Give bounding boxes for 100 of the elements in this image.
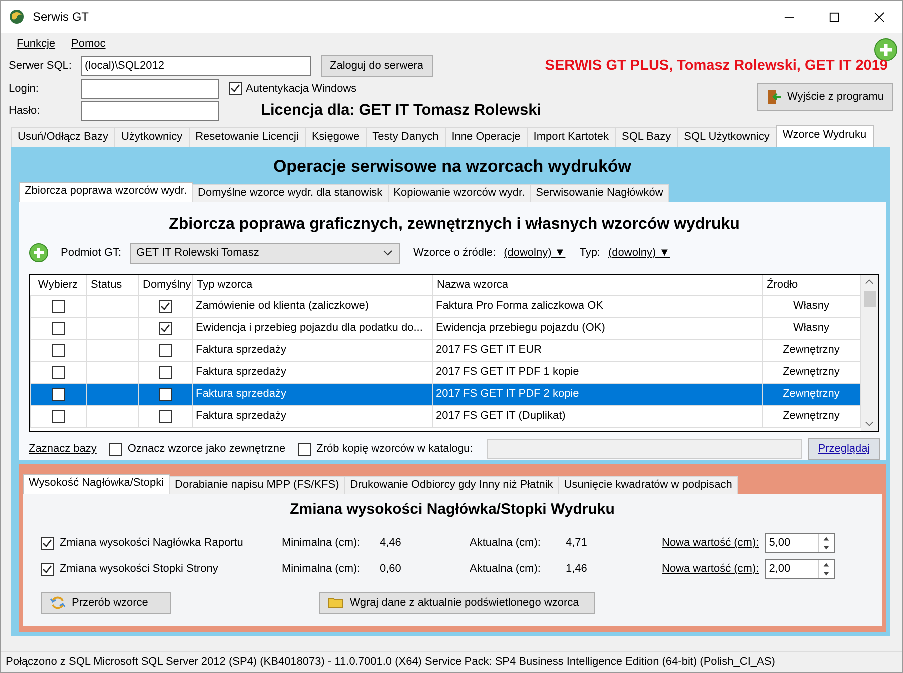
select-databases-link[interactable]: Zaznacz bazy [29, 443, 97, 455]
table-cell: Zewnętrzny [783, 388, 840, 400]
column-header[interactable]: Wybierz [30, 275, 86, 295]
column-header[interactable]: Nazwa wzorca [432, 275, 762, 295]
column-header[interactable]: Status [86, 275, 138, 295]
scroll-up-icon[interactable] [865, 279, 874, 285]
checkbox-label: Autentykacja Windows [246, 82, 357, 94]
close-icon[interactable] [874, 12, 885, 22]
table-cell: Faktura Pro Forma zaliczkowa OK [436, 300, 604, 312]
table-cell: Faktura sprzedaży [196, 344, 286, 356]
tab[interactable]: Domyślne wzorce wydr. dla stanowisk [192, 184, 389, 202]
field-label: Nowa wartość (cm): [662, 537, 760, 549]
down-arrow-icon[interactable] [822, 570, 832, 576]
checkbox[interactable] [108, 442, 122, 456]
password-field[interactable] [81, 100, 219, 120]
field-label: Login: [9, 82, 40, 94]
table-row[interactable]: Faktura sprzedaży 2017 FS GET IT PDF 2 kopie Zewnętrzny [30, 383, 860, 405]
table-cell: 2017 FS GET IT EUR [436, 344, 542, 356]
subject-dropdown[interactable]: GET IT Rolewski Tomasz [130, 242, 400, 264]
table-row[interactable]: Zamówienie od klienta (zaliczkowe) Faktura Pro Forma zaliczkowa OK Własny [30, 295, 860, 317]
checkbox[interactable] [52, 366, 65, 378]
value-text: 4,46 [380, 537, 402, 549]
table-cell: Własny [793, 300, 830, 312]
down-arrow-icon[interactable] [822, 544, 832, 550]
tab[interactable]: Kopiowanie wzorców wydr. [388, 184, 532, 202]
exit-button[interactable]: Wyjście z programu [756, 82, 893, 110]
table-cell: Zewnętrzny [783, 344, 840, 356]
up-arrow-icon[interactable] [822, 562, 832, 568]
number-spinner[interactable]: 5,00 [765, 533, 836, 553]
table-cell: 2017 FS GET IT (Duplikat) [436, 410, 566, 422]
table-cell: Własny [793, 322, 830, 334]
chevron-down-icon [382, 250, 393, 256]
checkbox[interactable] [159, 344, 172, 356]
number-spinner[interactable]: 2,00 [765, 559, 836, 579]
checkbox-label: Zmiana wysokości Nagłówka Raportu [60, 537, 244, 549]
checkbox[interactable] [159, 300, 172, 312]
tab[interactable]: Serwisowanie Nagłówków [530, 184, 670, 202]
column-header[interactable]: Typ wzorca [192, 275, 432, 295]
checkbox[interactable] [52, 410, 65, 422]
checkbox-label: Oznacz wzorce jako zewnętrzne [128, 443, 286, 455]
tab[interactable]: Wzorce Wydruku [776, 125, 874, 147]
door-exit-icon [766, 88, 782, 104]
table-row[interactable]: Faktura sprzedaży 2017 FS GET IT EUR Zewnętrzny [30, 339, 860, 361]
browse-button[interactable]: Przeglądaj [808, 438, 880, 460]
load-button[interactable]: Wgraj dane z aktualnie podświetlonego wzorca [319, 592, 595, 614]
scrollbar-thumb[interactable] [864, 291, 876, 307]
value-text: 0,60 [380, 563, 402, 575]
tab[interactable]: Zbiorcza poprawa wzorców wydr. [19, 182, 194, 202]
scrollbar[interactable] [861, 275, 878, 431]
section-heading: Zmiana wysokości Nagłówka/Stopki Wydruku [289, 500, 616, 520]
type-filter-link[interactable]: (dowolny) ▼ [608, 247, 670, 259]
tab[interactable]: Dorabianie napisu MPP (FS/KFS) [169, 476, 346, 494]
app-logo-icon [9, 9, 25, 25]
checkbox-label: Zrób kopię wzorców w katalogu: [316, 443, 474, 455]
column-header[interactable]: Domyślny [138, 275, 192, 295]
checkbox[interactable] [52, 388, 65, 400]
server-field[interactable]: (local)\SQL2012 [81, 56, 311, 76]
checkbox[interactable] [229, 82, 242, 95]
table-row[interactable]: Faktura sprzedaży 2017 FS GET IT (Duplikat) Zewnętrzny [30, 405, 860, 427]
brand-text: SERWIS GT PLUS, Tomasz Rolewski, GET IT 2019 [545, 58, 888, 74]
rebuild-button[interactable]: Przerób wzorce [41, 592, 171, 614]
checkbox[interactable] [41, 536, 54, 550]
table-row[interactable]: Ewidencja i przebieg pojazdu dla podatku do... Ewidencja przebiegu pojazdu (OK) Własny [30, 317, 860, 339]
checkbox[interactable] [159, 322, 172, 334]
add-icon[interactable] [29, 243, 49, 263]
up-arrow-icon[interactable] [822, 536, 832, 542]
tab[interactable]: Usuń/Odłącz Bazy [11, 127, 116, 147]
field-label: Hasło: [9, 104, 42, 116]
table-cell: Ewidencja i przebieg pojazdu dla podatku do... [196, 322, 423, 334]
menu-item[interactable]: Pomoc [72, 38, 106, 50]
checkbox[interactable] [159, 366, 172, 378]
table-cell: Faktura sprzedaży [196, 366, 286, 378]
tab[interactable]: Drukowanie Odbiorcy gdy Inny niż Płatnik [344, 476, 560, 494]
field-label: Aktualna (cm): [470, 563, 542, 575]
checkbox[interactable] [159, 388, 172, 400]
license-text: Licencja dla: GET IT Tomasz Rolewski [261, 102, 542, 120]
field-label: Nowa wartość (cm): [662, 563, 760, 575]
source-filter-link[interactable]: (dowolny) ▼ [504, 247, 566, 259]
table-cell: 2017 FS GET IT PDF 2 kopie [436, 388, 580, 400]
table-cell: Zewnętrzny [783, 366, 840, 378]
menu-item[interactable]: Funkcje [17, 38, 56, 50]
table-row[interactable]: Faktura sprzedaży 2017 FS GET IT PDF 1 kopie Zewnętrzny [30, 361, 860, 383]
table-cell: Zewnętrzny [783, 410, 840, 422]
checkbox-label: Zmiana wysokości Stopki Strony [60, 563, 220, 575]
checkbox[interactable] [52, 300, 65, 312]
field-label: Aktualna (cm): [470, 537, 542, 549]
login-button[interactable]: Zaloguj do serwera [321, 54, 433, 76]
checkbox[interactable] [41, 562, 54, 576]
checkbox[interactable] [52, 344, 65, 356]
login-field[interactable] [81, 78, 219, 98]
checkbox[interactable] [159, 410, 172, 422]
tab[interactable]: Wysokość Nagłówka/Stopki [23, 474, 170, 494]
table-cell: Faktura sprzedaży [196, 388, 286, 400]
maximize-icon[interactable] [829, 12, 840, 22]
checkbox[interactable] [52, 322, 65, 334]
tab[interactable]: Usunięcie kwadratów w podpisach [558, 476, 738, 494]
table-cell: Ewidencja przebiegu pojazdu (OK) [436, 322, 606, 334]
field-label: Podmiot GT: [61, 247, 122, 259]
checkbox[interactable] [298, 442, 311, 456]
scroll-down-icon[interactable] [865, 421, 874, 427]
